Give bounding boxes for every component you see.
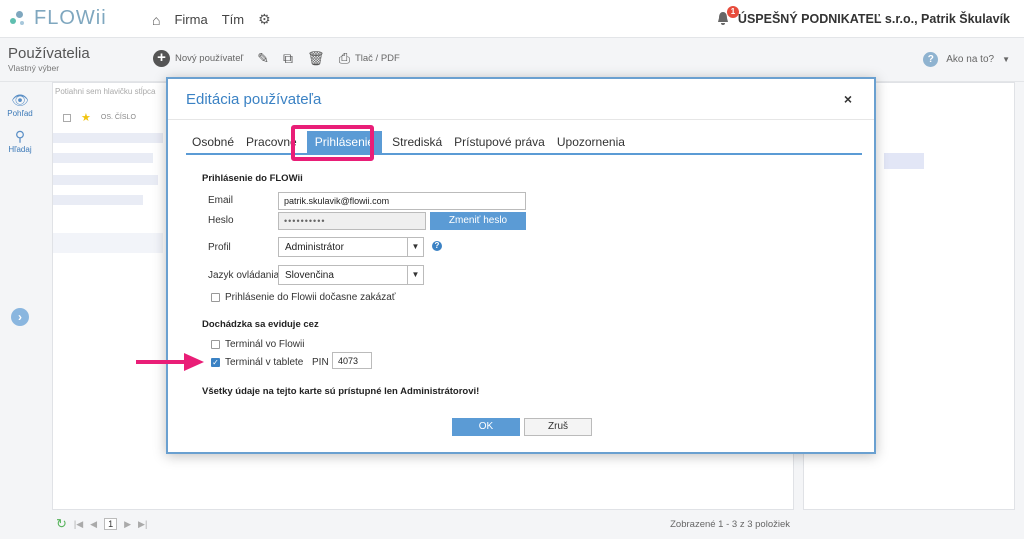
top-nav: ⌂ Firma Tím ⚙ — [152, 11, 271, 28]
disable-login-checkbox[interactable] — [211, 293, 220, 302]
help-menu[interactable]: ? Ako na to? ▼ — [923, 52, 1010, 67]
new-user-button[interactable]: + Nový používateľ — [153, 50, 243, 67]
nav-tim[interactable]: Tím — [222, 12, 244, 27]
terminal-tablet-checkbox[interactable]: ✓ — [211, 358, 220, 367]
profile-select[interactable]: Administrátor ▼ — [278, 237, 424, 257]
bell-icon[interactable]: 1 — [716, 6, 739, 27]
pointer-arrow-icon — [136, 353, 204, 371]
search-icon: ⚲ — [14, 128, 26, 144]
grid-footer: ↻ |◀ ◀ 1 ▶ ▶| Zobrazené 1 - 3 z 3 položi… — [52, 512, 794, 536]
profile-label: Profil — [208, 242, 231, 253]
page-title: Používatelia — [8, 45, 90, 62]
sidebar-view-label: Pohľad — [7, 109, 33, 118]
pager: ↻ |◀ ◀ 1 ▶ ▶| — [56, 516, 147, 532]
expand-sidebar-button[interactable]: › — [11, 308, 29, 326]
language-select[interactable]: Slovenčina ▼ — [278, 265, 424, 285]
sidebar-item-search[interactable]: ⚲ Hľadaj — [0, 128, 40, 154]
language-label: Jazyk ovládania — [208, 270, 280, 281]
pencil-icon[interactable]: ✎ — [257, 50, 269, 67]
logo-text: FLOWii — [34, 7, 107, 29]
prev-page-icon[interactable]: ◀ — [90, 519, 97, 530]
ok-button[interactable]: OK — [452, 418, 520, 436]
attendance-section-title: Dochádzka sa eviduje cez — [202, 319, 319, 330]
page-header: Používatelia Vlastný výber + Nový použív… — [0, 38, 1024, 82]
email-label: Email — [208, 195, 234, 206]
email-field[interactable]: patrik.skulavik@flowii.com — [278, 192, 526, 210]
group-hint: Potiahni sem hlavičku stĺpca — [55, 87, 156, 96]
company-user-info[interactable]: 1 ÚSPEŠNÝ PODNIKATEĽ s.r.o., Patrik Škul… — [716, 6, 1010, 27]
login-section-title: Prihlásenie do FLOWii — [202, 173, 303, 184]
trash-icon[interactable]: 🗑 — [307, 50, 325, 67]
tab-osobne[interactable]: Osobné — [186, 135, 240, 153]
cancel-button[interactable]: Zruš — [524, 418, 592, 436]
help-label: Ako na to? — [946, 54, 995, 65]
printer-icon: ⎙ — [338, 50, 350, 66]
tab-pristupove-prava[interactable]: Prístupové práva — [448, 135, 551, 153]
select-all-checkbox[interactable] — [63, 113, 71, 122]
password-label: Heslo — [208, 215, 234, 226]
profile-value: Administrátor — [285, 242, 344, 253]
eye-icon: 👁 — [11, 92, 29, 108]
dialog-tabs: Osobné Pracovné Prihlásenie Strediská Pr… — [186, 131, 862, 155]
column-number[interactable]: OS. ČÍSLO — [101, 114, 136, 121]
dialog-title: Editácia používateľa — [186, 91, 322, 108]
gear-icon[interactable]: ⚙ — [258, 11, 271, 28]
home-icon[interactable]: ⌂ — [152, 12, 160, 28]
blurred-row — [53, 233, 163, 253]
close-icon[interactable]: × — [844, 91, 852, 107]
terminal-flowii-checkbox[interactable] — [211, 340, 220, 349]
terminal-tablet-label: Terminál v tablete — [225, 357, 304, 368]
tab-highlight-frame — [291, 125, 374, 161]
page-subtitle[interactable]: Vlastný výber — [8, 63, 59, 73]
item-count: Zobrazené 1 - 3 z 3 položiek — [670, 518, 790, 530]
question-icon: ? — [923, 52, 939, 67]
blurred-row — [53, 153, 153, 163]
toolbar: + Nový používateľ ✎ ⧉ 🗑 ⎙ Tlač / PDF — [153, 50, 400, 67]
tab-strediska[interactable]: Strediská — [386, 135, 448, 153]
copy-icon[interactable]: ⧉ — [283, 50, 293, 67]
change-password-button[interactable]: Zmeniť heslo — [430, 212, 526, 230]
print-button[interactable]: ⎙ Tlač / PDF — [339, 50, 400, 67]
logo-mark-icon — [8, 8, 30, 30]
nav-firma[interactable]: Firma — [174, 12, 207, 27]
admin-note: Všetky údaje na tejto karte sú prístupné… — [202, 386, 480, 397]
refresh-icon[interactable]: ↻ — [56, 516, 67, 532]
left-sidebar: 👁 Pohľad ⚲ Hľadaj › — [0, 82, 40, 539]
sidebar-search-label: Hľadaj — [8, 145, 32, 154]
blurred-row — [53, 133, 163, 143]
company-name: ÚSPEŠNÝ PODNIKATEĽ s.r.o., Patrik Škulav… — [737, 12, 1010, 26]
blurred-block — [884, 153, 924, 169]
chevron-down-icon: ▼ — [407, 266, 423, 284]
print-label: Tlač / PDF — [354, 53, 400, 64]
help-icon[interactable]: ? — [432, 241, 442, 251]
blurred-row — [53, 175, 158, 185]
chevron-down-icon: ▼ — [407, 238, 423, 256]
flowii-logo[interactable]: FLOWii — [8, 7, 107, 30]
language-value: Slovenčina — [285, 270, 334, 281]
last-page-icon[interactable]: ▶| — [138, 519, 147, 530]
tab-upozornenia[interactable]: Upozornenia — [551, 135, 631, 153]
pin-field[interactable]: 4073 — [332, 352, 372, 369]
first-page-icon[interactable]: |◀ — [74, 519, 83, 530]
password-field[interactable]: •••••••••• — [278, 212, 426, 230]
next-page-icon[interactable]: ▶ — [124, 519, 131, 530]
terminal-flowii-label: Terminál vo Flowii — [225, 339, 305, 350]
disable-login-label: Prihlásenie do Flowii dočasne zakázať — [225, 292, 396, 303]
star-icon[interactable]: ★ — [81, 111, 91, 124]
blurred-row — [53, 195, 143, 205]
pin-label: PIN — [312, 357, 329, 368]
dialog-divider — [168, 119, 874, 120]
edit-user-dialog: Editácia používateľa × Osobné Pracovné P… — [166, 77, 876, 454]
plus-icon: + — [153, 50, 170, 67]
top-bar: FLOWii ⌂ Firma Tím ⚙ 1 ÚSPEŠNÝ PODNIKATE… — [0, 0, 1024, 38]
notification-badge: 1 — [726, 6, 739, 18]
current-page[interactable]: 1 — [104, 518, 118, 530]
sidebar-item-view[interactable]: 👁 Pohľad — [0, 92, 40, 118]
new-user-label: Nový používateľ — [175, 53, 244, 64]
grid-header: ★ OS. ČÍSLO — [63, 111, 136, 124]
chevron-down-icon: ▼ — [1002, 55, 1010, 64]
